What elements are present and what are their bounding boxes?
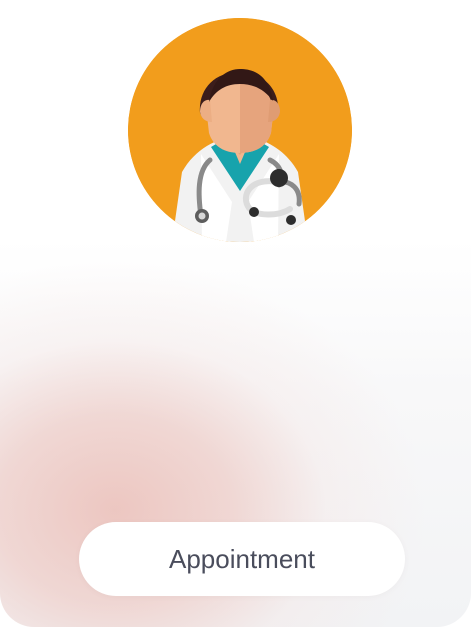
doctor-avatar-icon (128, 18, 352, 242)
appointment-button-label: Appointment (169, 544, 315, 574)
app-screen: Appointment (0, 0, 471, 627)
doctor-avatar (128, 18, 352, 242)
doctor-profile-card: Appointment (0, 0, 471, 627)
appointment-button[interactable]: Appointment (79, 522, 405, 596)
